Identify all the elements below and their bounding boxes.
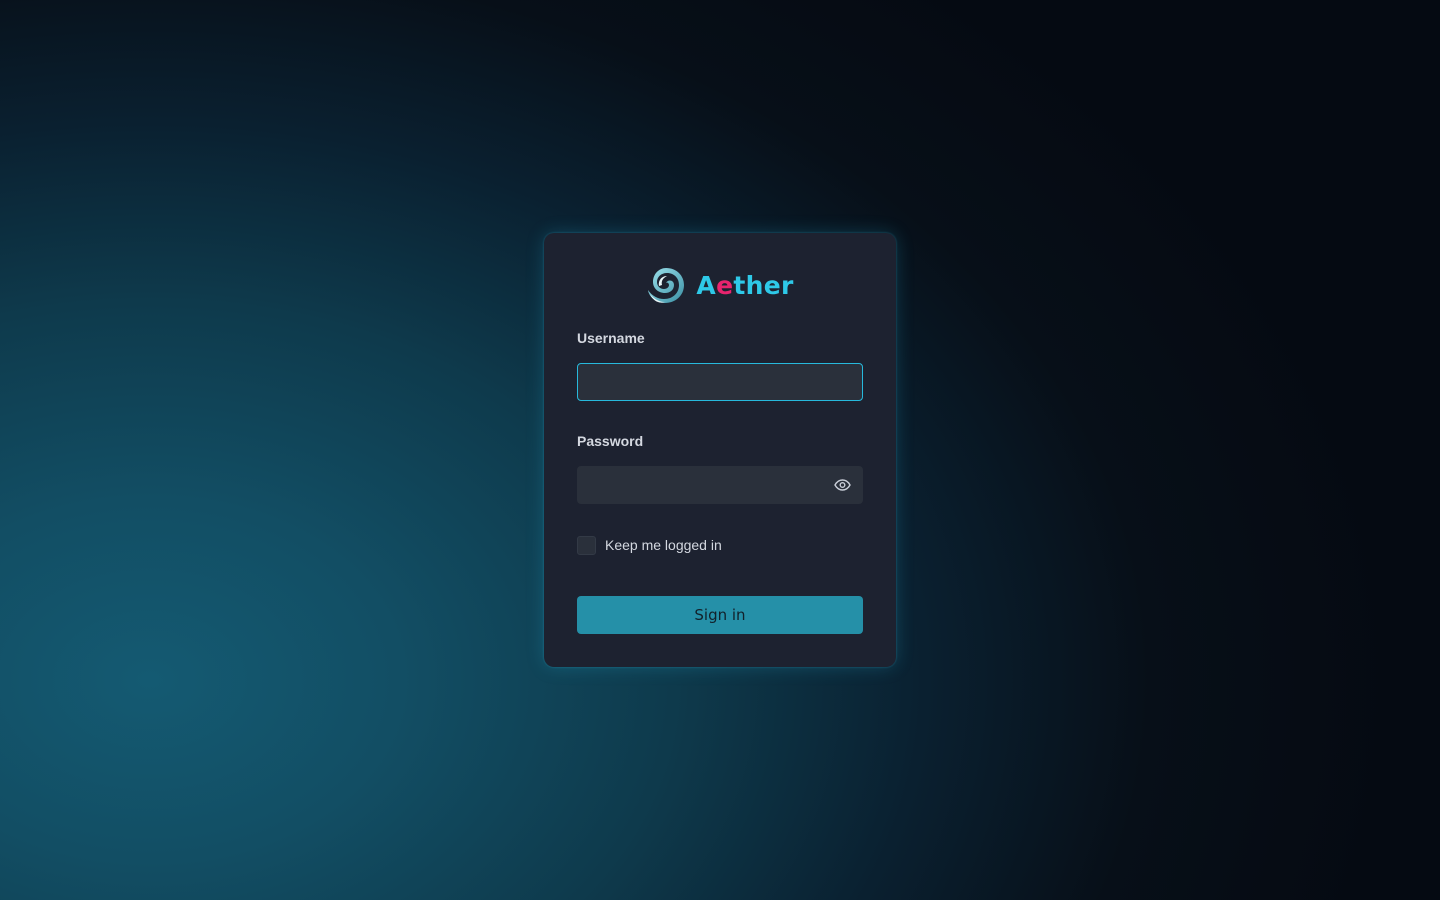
eye-icon <box>833 479 851 491</box>
brand-name: Aether <box>696 266 793 306</box>
username-label: Username <box>577 330 645 346</box>
brand-name-part1: A <box>696 271 717 300</box>
brand-header: Aether <box>544 266 896 306</box>
password-input[interactable] <box>577 466 863 504</box>
sign-in-button[interactable]: Sign in <box>577 596 863 634</box>
brand-name-part2: ther <box>733 271 794 300</box>
login-card: Aether Username Password Keep me logged … <box>544 233 896 667</box>
brand-name-accent: e <box>716 271 734 300</box>
password-label: Password <box>577 433 644 449</box>
show-password-toggle[interactable] <box>833 477 851 493</box>
keep-logged-in-checkbox[interactable] <box>577 536 596 555</box>
username-input[interactable] <box>577 363 863 401</box>
keep-logged-in-label[interactable]: Keep me logged in <box>605 536 722 555</box>
swirl-logo-icon <box>648 268 685 303</box>
